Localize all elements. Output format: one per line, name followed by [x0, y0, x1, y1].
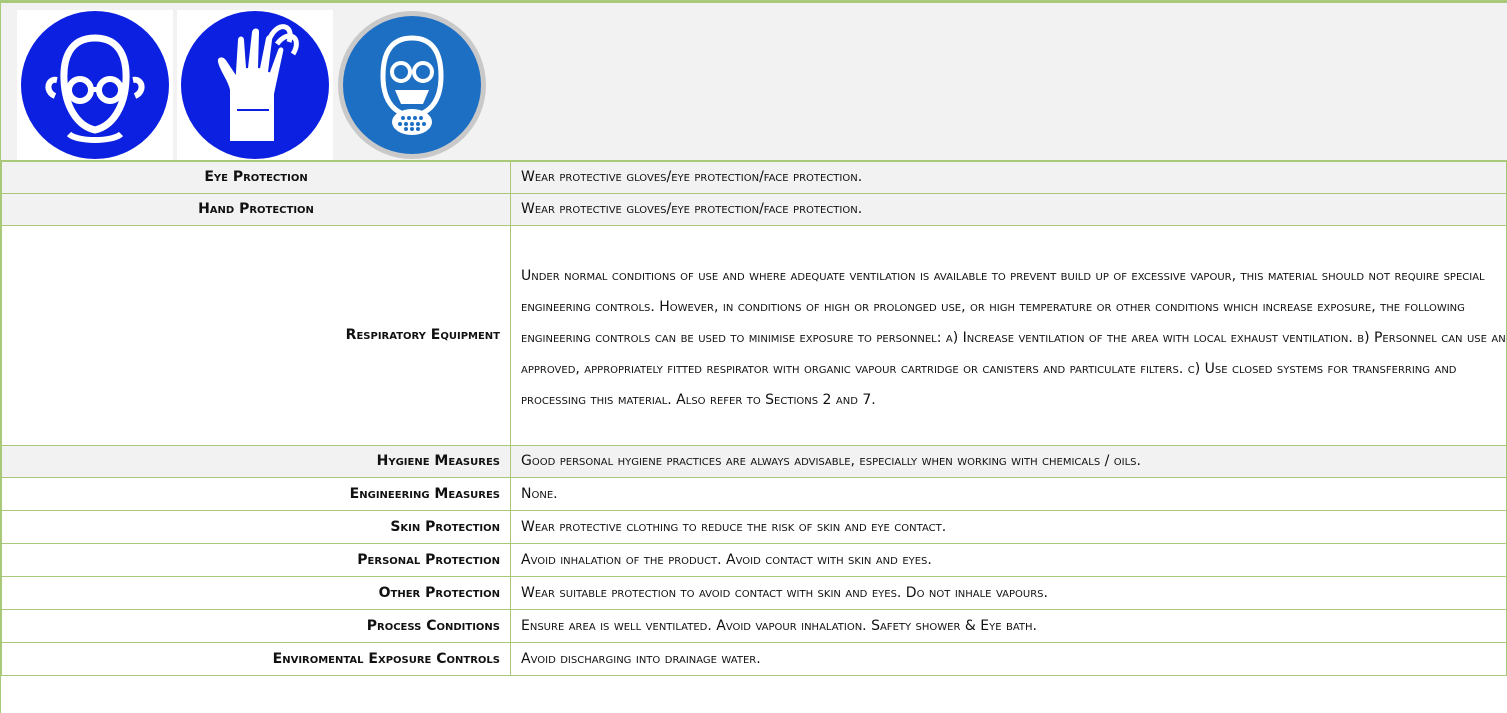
- exposure-controls-sheet: Eye Protection Wear protective gloves/ey…: [0, 0, 1507, 713]
- table-row: Eye Protection Wear protective gloves/ey…: [1, 161, 1507, 194]
- row-label: Eye Protection: [1, 161, 511, 194]
- table-row: Respiratory Equipment Under normal condi…: [1, 225, 1507, 446]
- row-value: Wear protective clothing to reduce the r…: [510, 510, 1507, 544]
- row-value: Under normal conditions of use and where…: [510, 225, 1507, 446]
- row-label: Hygiene Measures: [1, 445, 511, 478]
- row-label: Enviromental Exposure Controls: [1, 642, 511, 676]
- row-value: Good personal hygiene practices are alwa…: [510, 445, 1507, 478]
- table-row: Personal Protection Avoid inhalation of …: [1, 543, 1507, 577]
- row-value: Ensure area is well ventilated. Avoid va…: [510, 609, 1507, 643]
- row-label: Skin Protection: [1, 510, 511, 544]
- row-label: Engineering Measures: [1, 477, 511, 511]
- ppe-icons: [17, 10, 487, 160]
- row-label: Hand Protection: [1, 193, 511, 226]
- row-value: Wear protective gloves/eye protection/fa…: [510, 193, 1507, 226]
- table-row: Hygiene Measures Good personal hygiene p…: [1, 445, 1507, 478]
- table-row: Skin Protection Wear protective clothing…: [1, 510, 1507, 544]
- table-row: Process Conditions Ensure area is well v…: [1, 609, 1507, 643]
- ppe-icon-band: [1, 3, 1507, 161]
- eye-protection-icon: [17, 10, 173, 160]
- table-row: Enviromental Exposure Controls Avoid dis…: [1, 642, 1507, 676]
- table-row: Hand Protection Wear protective gloves/e…: [1, 193, 1507, 226]
- respirator-mask-icon: [337, 10, 487, 160]
- table-row: Engineering Measures None.: [1, 477, 1507, 511]
- ppe-table: Eye Protection Wear protective gloves/ey…: [1, 161, 1507, 676]
- row-value: Avoid discharging into drainage water.: [510, 642, 1507, 676]
- row-label: Process Conditions: [1, 609, 511, 643]
- row-value: Wear suitable protection to avoid contac…: [510, 576, 1507, 610]
- table-row: Other Protection Wear suitable protectio…: [1, 576, 1507, 610]
- row-label: Respiratory Equipment: [1, 225, 511, 446]
- row-label: Other Protection: [1, 576, 511, 610]
- row-label: Personal Protection: [1, 543, 511, 577]
- row-value: Avoid inhalation of the product. Avoid c…: [510, 543, 1507, 577]
- row-value: None.: [510, 477, 1507, 511]
- row-value: Wear protective gloves/eye protection/fa…: [510, 161, 1507, 194]
- hand-protection-icon: [177, 10, 333, 160]
